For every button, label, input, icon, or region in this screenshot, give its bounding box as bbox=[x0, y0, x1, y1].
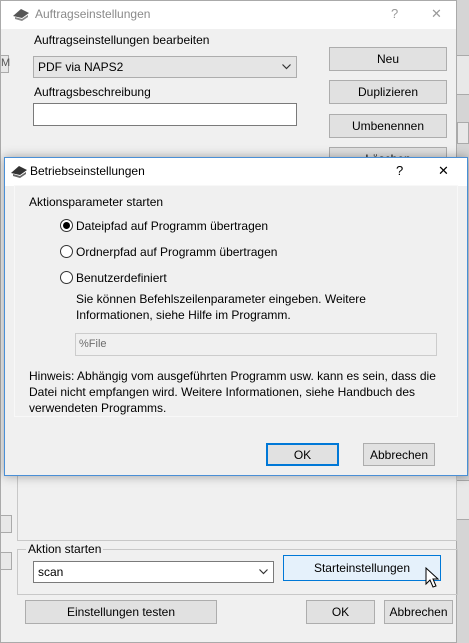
radio-file-path-label[interactable]: Dateipfad auf Programm übertragen bbox=[76, 219, 268, 233]
radio-folder-path-label[interactable]: Ordnerpfad auf Programm übertragen bbox=[76, 245, 277, 259]
custom-parameter-input: %File bbox=[75, 333, 437, 356]
rename-button[interactable]: Umbenennen bbox=[329, 114, 447, 138]
background-ok-button[interactable]: OK bbox=[306, 600, 375, 624]
action-group-label: Aktion starten bbox=[26, 542, 104, 556]
action-select[interactable]: scan bbox=[33, 561, 274, 583]
radio-custom[interactable] bbox=[60, 271, 73, 284]
dialog-ok-button[interactable]: OK bbox=[266, 443, 339, 466]
dialog-cancel-button[interactable]: Abbrechen bbox=[363, 443, 435, 466]
edit-settings-label: Auftragseinstellungen bearbeiten bbox=[34, 33, 210, 47]
left-edge-fragment: M bbox=[1, 57, 11, 69]
custom-parameter-value: %File bbox=[79, 338, 107, 350]
background-window-title: Auftragseinstellungen bbox=[35, 7, 151, 21]
right-window-edge bbox=[457, 55, 469, 95]
radio-file-path[interactable] bbox=[60, 219, 73, 232]
scanner-app-icon bbox=[11, 166, 27, 178]
background-close-button[interactable]: ✕ bbox=[431, 6, 442, 22]
dialog-note: Hinweis: Abhängig vom ausgeführten Progr… bbox=[29, 369, 436, 415]
dialog-help-button[interactable]: ? bbox=[396, 163, 403, 178]
action-select-value: scan bbox=[38, 565, 64, 579]
dialog-titlebar: Betriebseinstellungen ? ✕ bbox=[5, 158, 467, 186]
profile-select[interactable]: PDF via NAPS2 bbox=[33, 56, 297, 78]
left-window-edge-2 bbox=[0, 515, 12, 533]
background-cancel-button[interactable]: Abbrechen bbox=[384, 600, 453, 624]
background-help-button[interactable]: ? bbox=[391, 6, 398, 21]
start-settings-button[interactable]: Starteinstellungen bbox=[283, 555, 441, 581]
description-label: Auftragsbeschreibung bbox=[34, 85, 151, 99]
right-window-edge-2 bbox=[457, 122, 469, 144]
duplicate-button[interactable]: Duplizieren bbox=[329, 80, 447, 104]
test-settings-button[interactable]: Einstellungen testen bbox=[25, 600, 217, 624]
mouse-pointer-icon bbox=[425, 567, 440, 588]
operation-settings-dialog: Betriebseinstellungen ? ✕ Aktionsparamet… bbox=[4, 157, 468, 476]
chevron-down-icon bbox=[259, 569, 268, 575]
job-list-area bbox=[17, 471, 457, 541]
radio-custom-label[interactable]: Benutzerdefiniert bbox=[76, 271, 167, 285]
dialog-title: Betriebseinstellungen bbox=[30, 164, 145, 178]
background-titlebar: Auftragseinstellungen ? ✕ bbox=[1, 1, 456, 29]
right-window-edge-3 bbox=[457, 480, 469, 520]
chevron-down-icon bbox=[282, 64, 291, 70]
custom-hint-text: Sie können Befehlszeilenparameter eingeb… bbox=[76, 292, 366, 322]
radio-folder-path[interactable] bbox=[60, 245, 73, 258]
left-window-edge: M bbox=[0, 55, 11, 73]
profile-select-value: PDF via NAPS2 bbox=[38, 60, 124, 74]
left-window-edge-3 bbox=[0, 552, 12, 570]
action-params-label: Aktionsparameter starten bbox=[29, 195, 164, 209]
description-input[interactable] bbox=[33, 103, 297, 126]
dialog-close-button[interactable]: ✕ bbox=[438, 163, 449, 179]
new-button[interactable]: Neu bbox=[329, 47, 447, 71]
scanner-app-icon bbox=[13, 9, 29, 21]
